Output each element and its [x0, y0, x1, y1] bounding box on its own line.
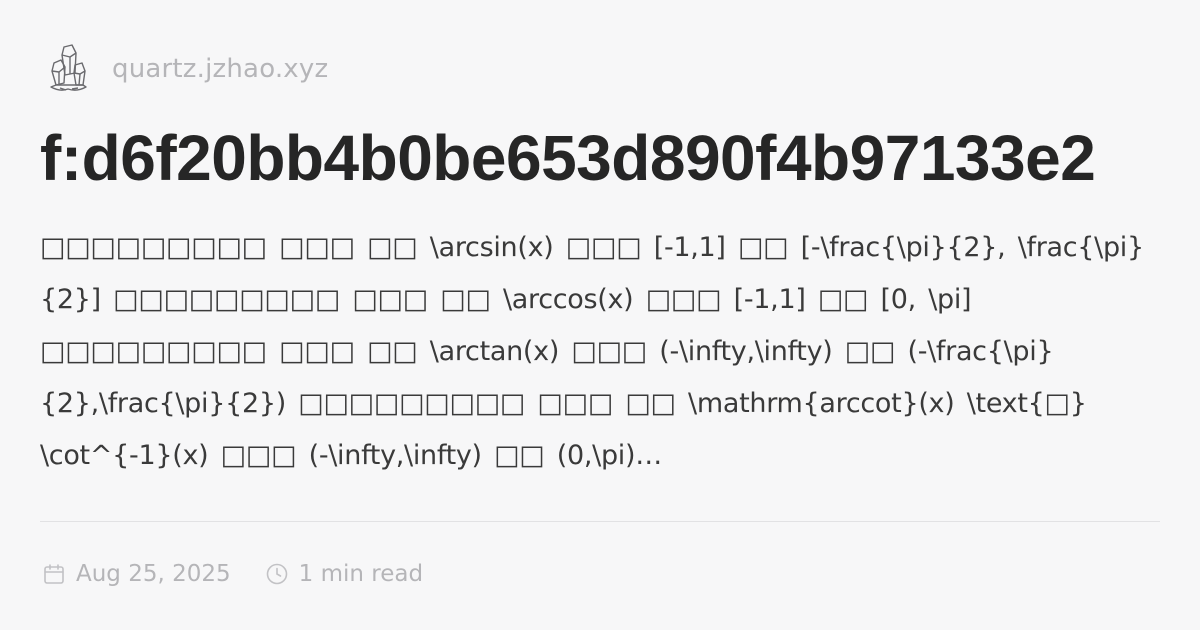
page-title: f:d6f20bb4b0be653d890f4b97133e2	[40, 122, 1096, 194]
clock-icon	[266, 563, 287, 585]
site-domain[interactable]: quartz.jzhao.xyz	[112, 54, 328, 84]
page-meta: Aug 25, 2025 1 min read	[42, 556, 457, 592]
date-item: Aug 25, 2025	[42, 561, 231, 587]
publish-date: Aug 25, 2025	[76, 561, 231, 587]
read-time: 1 min read	[298, 561, 424, 587]
page-description: □□□□□□□□□ □□□ □□ \arcsin(x) □□□ [-1,1] □…	[40, 232, 1144, 471]
crystal-icon	[50, 44, 87, 91]
read-time-item: 1 min read	[265, 561, 423, 587]
og-card: quartz.jzhao.xyz f:d6f20bb4b0be653d890f4…	[0, 0, 1200, 630]
calendar-icon	[44, 564, 64, 584]
site-header: quartz.jzhao.xyz	[48, 42, 328, 96]
divider	[40, 521, 1160, 522]
